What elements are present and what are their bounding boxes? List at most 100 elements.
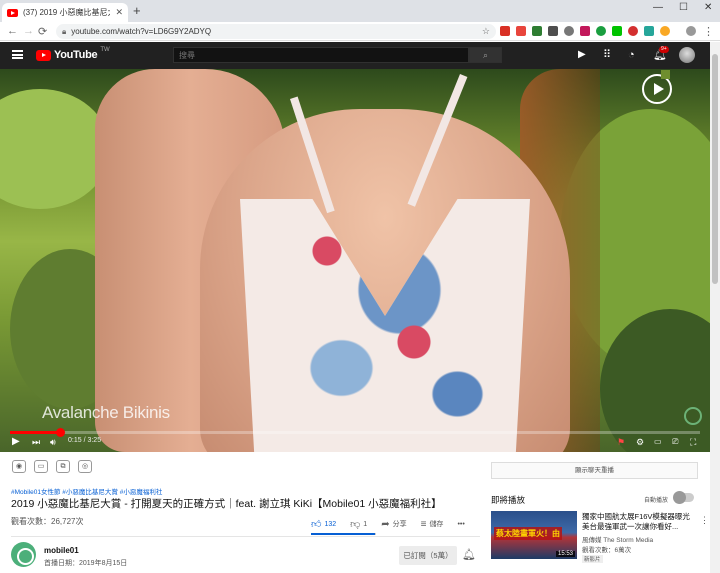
notification-badge: 9+	[659, 46, 669, 53]
address-bar[interactable]: 🔒︎ youtube.com/watch?v=LD6G9Y2ADYQ ☆	[56, 24, 496, 39]
next-icon[interactable]: ⏭︎	[32, 436, 40, 448]
recommended-video-thumbnail[interactable]: 蔡太陸畫軍火！由 15:53	[491, 511, 577, 559]
thumbs-up-icon: 👍︎	[311, 519, 322, 530]
extension-icon[interactable]	[612, 26, 622, 36]
extension-icon[interactable]	[500, 26, 510, 36]
logo-text: YouTube	[54, 49, 98, 61]
fullscreen-icon[interactable]: ⛶	[690, 436, 696, 448]
save-button[interactable]: ≡ 儲存	[421, 519, 444, 530]
logo-region: TW	[100, 47, 110, 53]
thumbs-down-icon: 👎︎	[350, 519, 361, 530]
publish-date: 首播日期：2019年8月15日	[44, 560, 128, 567]
reload-icon[interactable]: ⟳	[38, 25, 47, 38]
extension-icon[interactable]	[596, 26, 606, 36]
play-icon[interactable]: ▶	[12, 436, 20, 448]
apps-grid-icon[interactable]: ⠿	[603, 49, 611, 61]
settings-gear-icon[interactable]: ⚙	[636, 436, 644, 448]
more-vert-icon[interactable]: ⋮	[700, 515, 709, 526]
lock-icon: 🔒︎	[62, 26, 67, 36]
subscribe-button[interactable]: 已訂閱（5萬）	[399, 546, 457, 565]
extension-icon[interactable]	[628, 26, 638, 36]
page-scrollbar[interactable]	[710, 42, 720, 573]
extension-icon[interactable]	[532, 26, 542, 36]
search-box	[173, 47, 469, 63]
extension-icon[interactable]	[548, 26, 558, 36]
autoplay-toggle-icon[interactable]: ⚑	[617, 436, 625, 448]
channel-name[interactable]: mobile01	[44, 546, 79, 555]
progress-bar[interactable]	[10, 428, 700, 437]
channel-watermark-icon[interactable]	[684, 407, 702, 425]
recommended-views: 觀看次數：6萬次	[582, 547, 632, 554]
like-ratio-fill	[311, 533, 376, 535]
show-chat-replay-button[interactable]: 顯示聊天重播	[491, 462, 698, 479]
channel-play-logo-icon	[642, 70, 672, 104]
like-button[interactable]: 👍︎ 132	[311, 518, 336, 530]
url-text: youtube.com/watch?v=LD6G9Y2ADYQ	[71, 27, 212, 36]
browser-tab-bar: (37) 2019 小惡魔比基尼大賞 - 打... ✕ + — ☐ ✕	[0, 0, 720, 22]
close-window-button[interactable]: ✕	[704, 2, 712, 13]
playlist-add-icon: ≡	[420, 518, 427, 530]
notification-bell-icon[interactable]: 🔔︎	[462, 548, 476, 561]
progress-scrubber[interactable]	[56, 428, 66, 437]
new-tab-button[interactable]: +	[133, 3, 141, 18]
create-video-icon[interactable]: ▶︎	[578, 49, 586, 61]
time-display: 0:15 / 3:25	[68, 437, 102, 444]
extension-icon[interactable]	[660, 26, 670, 36]
more-actions-button[interactable]: •••	[457, 521, 464, 528]
like-count: 132	[324, 520, 337, 528]
profile-avatar-icon[interactable]	[686, 26, 696, 36]
channel-avatar[interactable]	[11, 542, 36, 567]
recommended-video-title[interactable]: 獨家中國航太展F16V模擬器曝光 美台最強軍武一次讓你看好...	[582, 512, 698, 532]
browser-tab[interactable]: (37) 2019 小惡魔比基尼大賞 - 打... ✕	[2, 3, 128, 22]
dislike-button[interactable]: 👎︎ 1	[350, 518, 367, 530]
eye-icon[interactable]: ◉	[12, 460, 26, 473]
extra-controls: ◉ ▭ ⧉ ◎	[12, 460, 92, 473]
forward-arrow-icon[interactable]: →	[23, 25, 34, 37]
search-button[interactable]: ⌕	[469, 47, 502, 63]
youtube-logo[interactable]: YouTube TW	[36, 47, 110, 61]
extension-icon[interactable]	[564, 26, 574, 36]
scrollbar-thumb[interactable]	[712, 54, 718, 284]
messages-icon[interactable]: ◔	[628, 49, 635, 61]
youtube-favicon-icon	[7, 8, 18, 17]
video-hashtags[interactable]: #Mobile01女性節 #小惡魔比基尼大賞 #小惡魔福利社	[11, 486, 162, 496]
search-icon: ⌕	[482, 50, 489, 60]
dislike-count: 1	[363, 520, 368, 528]
share-button[interactable]: ➦ 分享	[381, 519, 406, 530]
share-arrow-icon: ➦	[381, 518, 390, 530]
thumbnail-caption: 蔡太陸畫軍火！由	[494, 527, 562, 540]
autoplay-label: 自動播放	[644, 498, 669, 504]
tab-close-icon[interactable]: ✕	[115, 7, 123, 18]
screen-icon[interactable]: ▭	[34, 460, 48, 473]
video-title: 2019 小惡魔比基尼大賞 - 打開夏天的正確方式｜feat. 謝立琪 KiKi…	[11, 498, 442, 510]
search-input[interactable]	[174, 48, 468, 62]
miniplayer-icon[interactable]: ▭	[654, 436, 662, 448]
account-avatar[interactable]	[679, 47, 695, 63]
share-label: 分享	[392, 521, 407, 528]
bookmark-star-icon[interactable]: ☆	[482, 26, 490, 37]
volume-icon[interactable]: 🔊︎	[50, 436, 56, 448]
maximize-button[interactable]: ☐	[679, 2, 688, 13]
video-actions: 👍︎ 132 👎︎ 1 ➦ 分享 ≡ 儲存 •••	[311, 514, 479, 534]
minimize-button[interactable]: —	[653, 2, 663, 13]
like-ratio-bar	[311, 533, 376, 535]
video-duration: 15:53	[555, 551, 575, 557]
extension-icon[interactable]	[516, 26, 526, 36]
back-arrow-icon[interactable]: ←	[7, 25, 18, 37]
crop-icon[interactable]: ⧉	[56, 460, 70, 473]
browser-menu-icon[interactable]: ⋮	[703, 25, 714, 38]
extension-icon[interactable]	[580, 26, 590, 36]
more-icon: •••	[457, 520, 465, 528]
autoplay-toggle[interactable]	[673, 491, 694, 504]
video-watermark: Avalanche Bikinis	[42, 403, 170, 422]
browser-toolbar: ← → ⟳ 🔒︎ youtube.com/watch?v=LD6G9Y2ADYQ…	[0, 22, 720, 41]
youtube-masthead: YouTube TW ⌕ ▶︎ ⠿ ◔ 🔔︎ 9+	[0, 42, 710, 69]
view-count: 觀看次數：26,727次	[11, 517, 84, 526]
menu-hamburger-icon[interactable]	[12, 50, 23, 59]
recommended-channel[interactable]: 風傳媒 The Storm Media	[582, 534, 653, 544]
target-icon[interactable]: ◎	[78, 460, 92, 473]
extension-icon[interactable]	[644, 26, 654, 36]
video-player[interactable]: Avalanche Bikinis ▶ ⏭︎ 🔊︎ 0:15 / 3:25 ⚑ …	[0, 69, 710, 452]
divider	[11, 536, 480, 537]
cast-icon[interactable]: ⎚	[672, 436, 678, 448]
